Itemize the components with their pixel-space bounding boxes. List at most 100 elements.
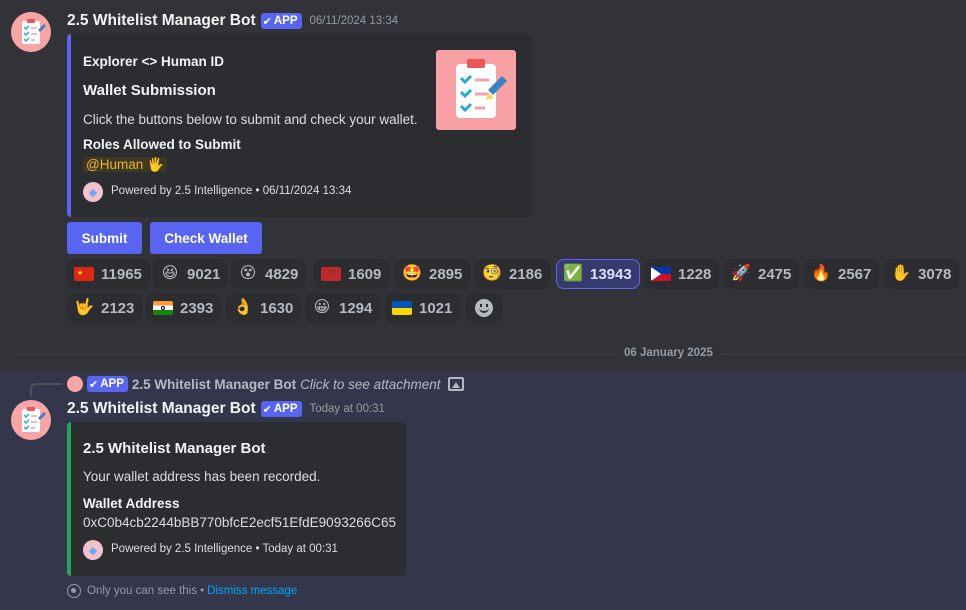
- embed-thumbnail[interactable]: [436, 50, 516, 130]
- diamond-icon: ◆: [83, 540, 103, 560]
- date-divider-label: 06 January 2025: [616, 347, 721, 359]
- check-wallet-button[interactable]: Check Wallet: [150, 222, 262, 254]
- reaction-check-mark[interactable]: ✅ 13943: [556, 259, 640, 289]
- date-divider: [12, 354, 966, 355]
- app-badge-label: APP: [273, 403, 298, 415]
- bot-avatar[interactable]: [11, 400, 51, 440]
- verified-check-icon: ✔: [262, 403, 272, 416]
- embed-title: 2.5 Whitelist Manager Bot: [83, 440, 266, 457]
- reaction-count: 2123: [101, 299, 135, 317]
- reaction-fire[interactable]: 🔥 2567: [804, 259, 880, 289]
- face-with-spiral-eyes-icon: 😵: [239, 265, 257, 282]
- laughing-face-icon: 😆: [161, 265, 179, 282]
- reply-context[interactable]: ✔ APP 2.5 Whitelist Manager Bot Click to …: [67, 376, 465, 392]
- reaction-raised-hand[interactable]: ✋ 3078: [884, 259, 960, 289]
- reply-spine: [30, 383, 62, 397]
- add-reaction-smiley-icon: [475, 299, 493, 317]
- ukraine-flag-icon: [392, 301, 412, 315]
- grinning-face-icon: 😀: [313, 299, 331, 316]
- reaction-count: 13943: [590, 265, 632, 283]
- reaction-count: 2475: [758, 265, 792, 283]
- philippines-flag-icon: [651, 267, 671, 281]
- reaction-star-struck[interactable]: 🤩 2895: [395, 259, 471, 289]
- reaction-count: 1630: [260, 299, 294, 317]
- message-header: 2.5 Whitelist Manager Bot ✔ APP 06/11/202…: [67, 12, 398, 30]
- verified-check-icon: ✔: [89, 378, 99, 391]
- app-badge-label: APP: [100, 378, 124, 390]
- reaction-rocket[interactable]: 🚀 2475: [724, 259, 800, 289]
- app-badge: ✔ APP: [87, 376, 128, 392]
- waving-hand-icon: 🖐: [147, 157, 164, 172]
- add-reaction-button[interactable]: [466, 293, 502, 323]
- reaction-spiral-eyes[interactable]: 😵 4829: [231, 259, 307, 289]
- reaction-grinning[interactable]: 😀 1294: [305, 293, 381, 323]
- reaction-count: 4829: [265, 265, 299, 283]
- embed-footer: Powered by 2.5 Intelligence • Today at 0…: [111, 543, 338, 555]
- reaction-count: 2393: [180, 299, 214, 317]
- love-you-gesture-icon: 🤟: [74, 299, 94, 316]
- app-badge: ✔ APP: [260, 13, 302, 29]
- embed-field-value: @Human 🖐: [83, 156, 167, 174]
- reaction-count: 2186: [509, 265, 543, 283]
- embed-accent-bar: [67, 34, 71, 217]
- reaction-morocco-flag[interactable]: ☆ 1609: [314, 259, 390, 289]
- clipboard-checklist-icon: [22, 19, 46, 44]
- ephemeral-text: Only you can see this •: [87, 585, 205, 597]
- embed-title: Wallet Submission: [83, 82, 216, 99]
- reaction-love-you-gesture[interactable]: 🤟 2123: [67, 293, 143, 323]
- ok-hand-icon: 👌: [233, 299, 253, 316]
- reply-author[interactable]: 2.5 Whitelist Manager Bot: [132, 377, 296, 392]
- rocket-icon: 🚀: [731, 265, 751, 282]
- reaction-count: 3078: [918, 265, 952, 283]
- wallet-address-value[interactable]: 0xC0b4cb2244bBB770bfcE2ecf51EfdE9093266C…: [83, 515, 396, 530]
- image-icon: [448, 377, 465, 391]
- reaction-india-flag[interactable]: 2393: [146, 293, 222, 323]
- reply-avatar: [67, 376, 83, 392]
- message-header: 2.5 Whitelist Manager Bot ✔ APP Today at …: [67, 400, 385, 418]
- embed-footer: Powered by 2.5 Intelligence • 06/11/2024…: [111, 185, 352, 197]
- embed-accent-bar: [67, 422, 71, 576]
- china-flag-icon: ★: [74, 267, 94, 281]
- reaction-count: 1294: [339, 299, 373, 317]
- diamond-icon: ◆: [83, 182, 103, 202]
- author-name[interactable]: 2.5 Whitelist Manager Bot: [67, 12, 256, 30]
- reaction-count: 9021: [187, 265, 221, 283]
- verified-check-icon: ✔: [262, 15, 272, 28]
- reaction-china-flag[interactable]: ★ 11965: [67, 259, 150, 289]
- submit-button[interactable]: Submit: [67, 222, 142, 254]
- message-timestamp[interactable]: Today at 00:31: [310, 403, 385, 415]
- raised-hand-icon: ✋: [891, 265, 911, 282]
- reaction-ukraine-flag[interactable]: 1021: [385, 293, 461, 323]
- clipboard-checklist-icon: [456, 59, 507, 118]
- india-flag-icon: [153, 301, 173, 315]
- check-mark-button-icon: ✅: [563, 265, 583, 282]
- reaction-laughing[interactable]: 😆 9021: [153, 259, 229, 289]
- embed-field-name: Wallet Address: [83, 496, 180, 511]
- app-badge-label: APP: [273, 15, 298, 27]
- wallet-recorded-embed: 2.5 Whitelist Manager Bot Your wallet ad…: [67, 422, 406, 576]
- reaction-count: 1228: [678, 265, 712, 283]
- reaction-philippines-flag[interactable]: 1228: [644, 259, 720, 289]
- star-struck-icon: 🤩: [402, 265, 422, 282]
- reaction-ok-hand[interactable]: 👌 1630: [226, 293, 302, 323]
- embed-author: Explorer <> Human ID: [83, 54, 225, 69]
- reaction-monocle[interactable]: 🧐 2186: [475, 259, 551, 289]
- monocle-face-icon: 🧐: [482, 265, 502, 282]
- reaction-count: 2895: [429, 265, 463, 283]
- clipboard-checklist-icon: [22, 407, 46, 432]
- author-name[interactable]: 2.5 Whitelist Manager Bot: [67, 400, 256, 418]
- dismiss-message-link[interactable]: Dismiss message: [207, 585, 297, 597]
- app-badge: ✔ APP: [260, 401, 302, 417]
- morocco-flag-icon: ☆: [321, 267, 341, 281]
- reaction-count: 1609: [348, 265, 382, 283]
- wallet-submission-embed: Explorer <> Human ID Wallet Submission C…: [67, 34, 532, 217]
- role-mention-human[interactable]: @Human 🖐: [83, 157, 167, 172]
- reaction-count: 1021: [419, 299, 453, 317]
- embed-field-name: Roles Allowed to Submit: [83, 137, 241, 152]
- message-timestamp[interactable]: 06/11/2024 13:34: [310, 15, 399, 27]
- fire-icon: 🔥: [811, 265, 831, 282]
- reaction-count: 2567: [838, 265, 872, 283]
- reply-text[interactable]: Click to see attachment: [300, 377, 440, 392]
- bot-avatar[interactable]: [11, 12, 51, 52]
- reaction-count: 11965: [101, 265, 142, 283]
